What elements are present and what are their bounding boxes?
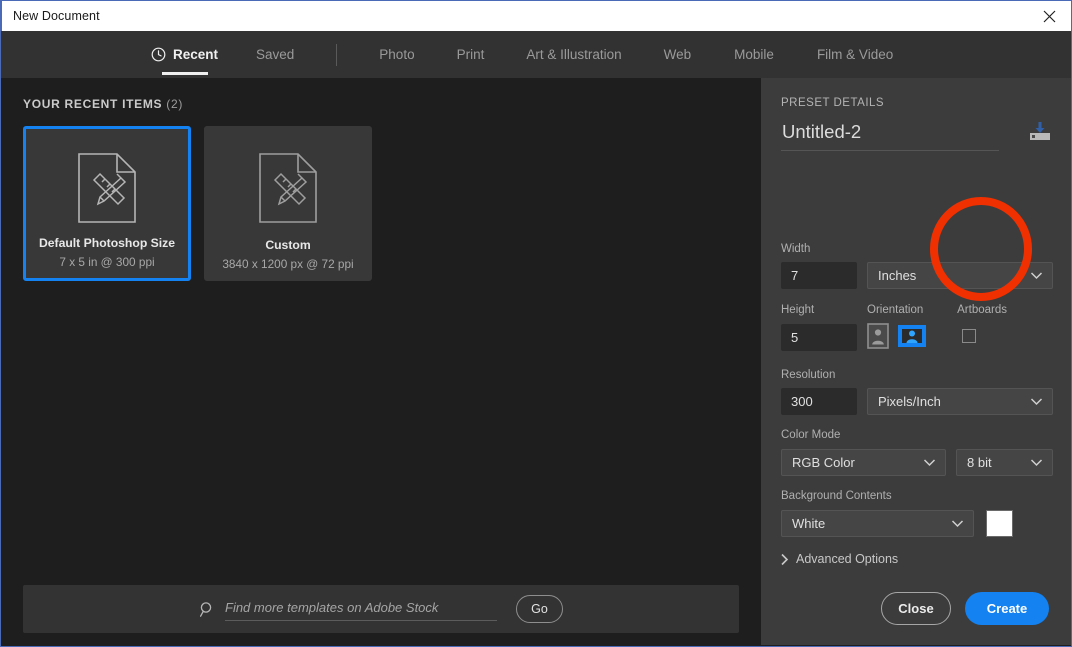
height-input[interactable] [781, 324, 857, 351]
tab-label-film-video: Film & Video [816, 47, 894, 62]
width-label: Width [781, 243, 811, 255]
width-unit-value: Inches [878, 268, 917, 283]
tab-label-print: Print [456, 47, 485, 62]
recent-items-heading: YOUR RECENT ITEMS (2) [23, 97, 183, 111]
dialog-footer-buttons: Close Create [881, 592, 1049, 625]
close-button[interactable]: Close [881, 592, 951, 625]
document-pencil-ruler-icon [76, 152, 138, 224]
tab-recent[interactable]: Recent [151, 31, 218, 78]
recent-item-title: Custom [265, 238, 311, 252]
orientation-landscape-button[interactable] [898, 323, 926, 349]
recent-item-default-photoshop-size[interactable]: Default Photoshop Size 7 x 5 in @ 300 pp… [23, 126, 191, 281]
save-preset-icon[interactable] [1027, 121, 1053, 143]
background-contents-label: Background Contents [781, 490, 892, 502]
document-name-row [781, 121, 1053, 151]
create-button[interactable]: Create [965, 592, 1049, 625]
document-pencil-ruler-icon [257, 152, 319, 224]
artboards-checkbox[interactable] [962, 329, 976, 343]
tab-web[interactable]: Web [664, 31, 692, 78]
search-input[interactable] [225, 597, 497, 621]
resolution-input[interactable] [781, 388, 857, 415]
tab-label-saved: Saved [256, 47, 295, 62]
chevron-down-icon [1030, 458, 1043, 467]
tab-print[interactable]: Print [457, 31, 485, 78]
tab-photo[interactable]: Photo [379, 31, 414, 78]
tab-label-art-illustration: Art & Illustration [526, 47, 622, 62]
orientation-portrait-button[interactable] [867, 323, 889, 349]
chevron-down-icon [1030, 397, 1043, 406]
recent-item-title: Default Photoshop Size [38, 236, 176, 250]
orientation-group [867, 323, 926, 349]
clock-icon [151, 47, 166, 62]
document-name-field[interactable] [781, 121, 999, 151]
bit-depth-value: 8 bit [967, 455, 992, 470]
chevron-down-icon [923, 458, 936, 467]
go-button[interactable]: Go [516, 595, 563, 623]
color-mode-label: Color Mode [781, 429, 841, 441]
chevron-right-icon [780, 553, 789, 566]
color-mode-select[interactable]: RGB Color [781, 449, 946, 476]
resolution-label: Resolution [781, 369, 836, 381]
close-icon[interactable] [1026, 1, 1071, 31]
window-title: New Document [13, 9, 100, 23]
recent-items-heading-text: YOUR RECENT ITEMS [23, 97, 163, 111]
preset-details-panel: PRESET DETAILS Width Inches [761, 78, 1071, 645]
chevron-down-icon [1030, 271, 1043, 280]
recent-item-subtitle: 3840 x 1200 px @ 72 ppi [222, 257, 354, 271]
resolution-unit-select[interactable]: Pixels/Inch [867, 388, 1053, 415]
tab-mobile[interactable]: Mobile [734, 31, 774, 78]
adobe-stock-search-bar: Go [23, 585, 739, 633]
tab-bar: Recent Saved Photo Print Art & Illustrat… [1, 31, 1071, 78]
tab-label-mobile: Mobile [734, 47, 774, 62]
tab-film-video[interactable]: Film & Video [817, 31, 893, 78]
resolution-unit-value: Pixels/Inch [878, 394, 941, 409]
title-bar: New Document [1, 0, 1071, 31]
advanced-options-toggle[interactable]: Advanced Options [780, 552, 898, 566]
recent-item-subtitle: 7 x 5 in @ 300 ppi [59, 255, 155, 269]
color-mode-value: RGB Color [792, 455, 855, 470]
new-document-dialog: New Document Recent Saved Photo Print Ar… [0, 0, 1072, 647]
tab-art-illustration[interactable]: Art & Illustration [526, 31, 621, 78]
tab-label-web: Web [663, 47, 692, 62]
recent-items-pane: YOUR RECENT ITEMS (2) Default Photoshop … [1, 78, 761, 645]
tab-label-photo: Photo [379, 47, 415, 62]
tab-divider [336, 43, 338, 66]
tab-label-recent: Recent [173, 47, 219, 62]
width-input[interactable] [781, 262, 857, 289]
background-contents-value: White [792, 516, 826, 531]
background-color-swatch[interactable] [986, 510, 1013, 537]
width-unit-select[interactable]: Inches [867, 262, 1053, 289]
orientation-label: Orientation [867, 304, 924, 316]
chevron-down-icon [951, 519, 964, 528]
artboards-label: Artboards [957, 304, 1007, 316]
tab-saved[interactable]: Saved [256, 31, 294, 78]
search-icon [199, 601, 216, 618]
height-label: Height [781, 304, 815, 316]
recent-item-custom[interactable]: Custom 3840 x 1200 px @ 72 ppi [204, 126, 372, 281]
active-tab-indicator [161, 72, 208, 75]
background-contents-select[interactable]: White [781, 510, 974, 537]
recent-items-count: (2) [166, 97, 184, 111]
preset-details-heading: PRESET DETAILS [781, 97, 885, 109]
bit-depth-select[interactable]: 8 bit [956, 449, 1053, 476]
recent-items-list: Default Photoshop Size 7 x 5 in @ 300 pp… [23, 126, 372, 281]
advanced-options-label: Advanced Options [796, 552, 899, 566]
